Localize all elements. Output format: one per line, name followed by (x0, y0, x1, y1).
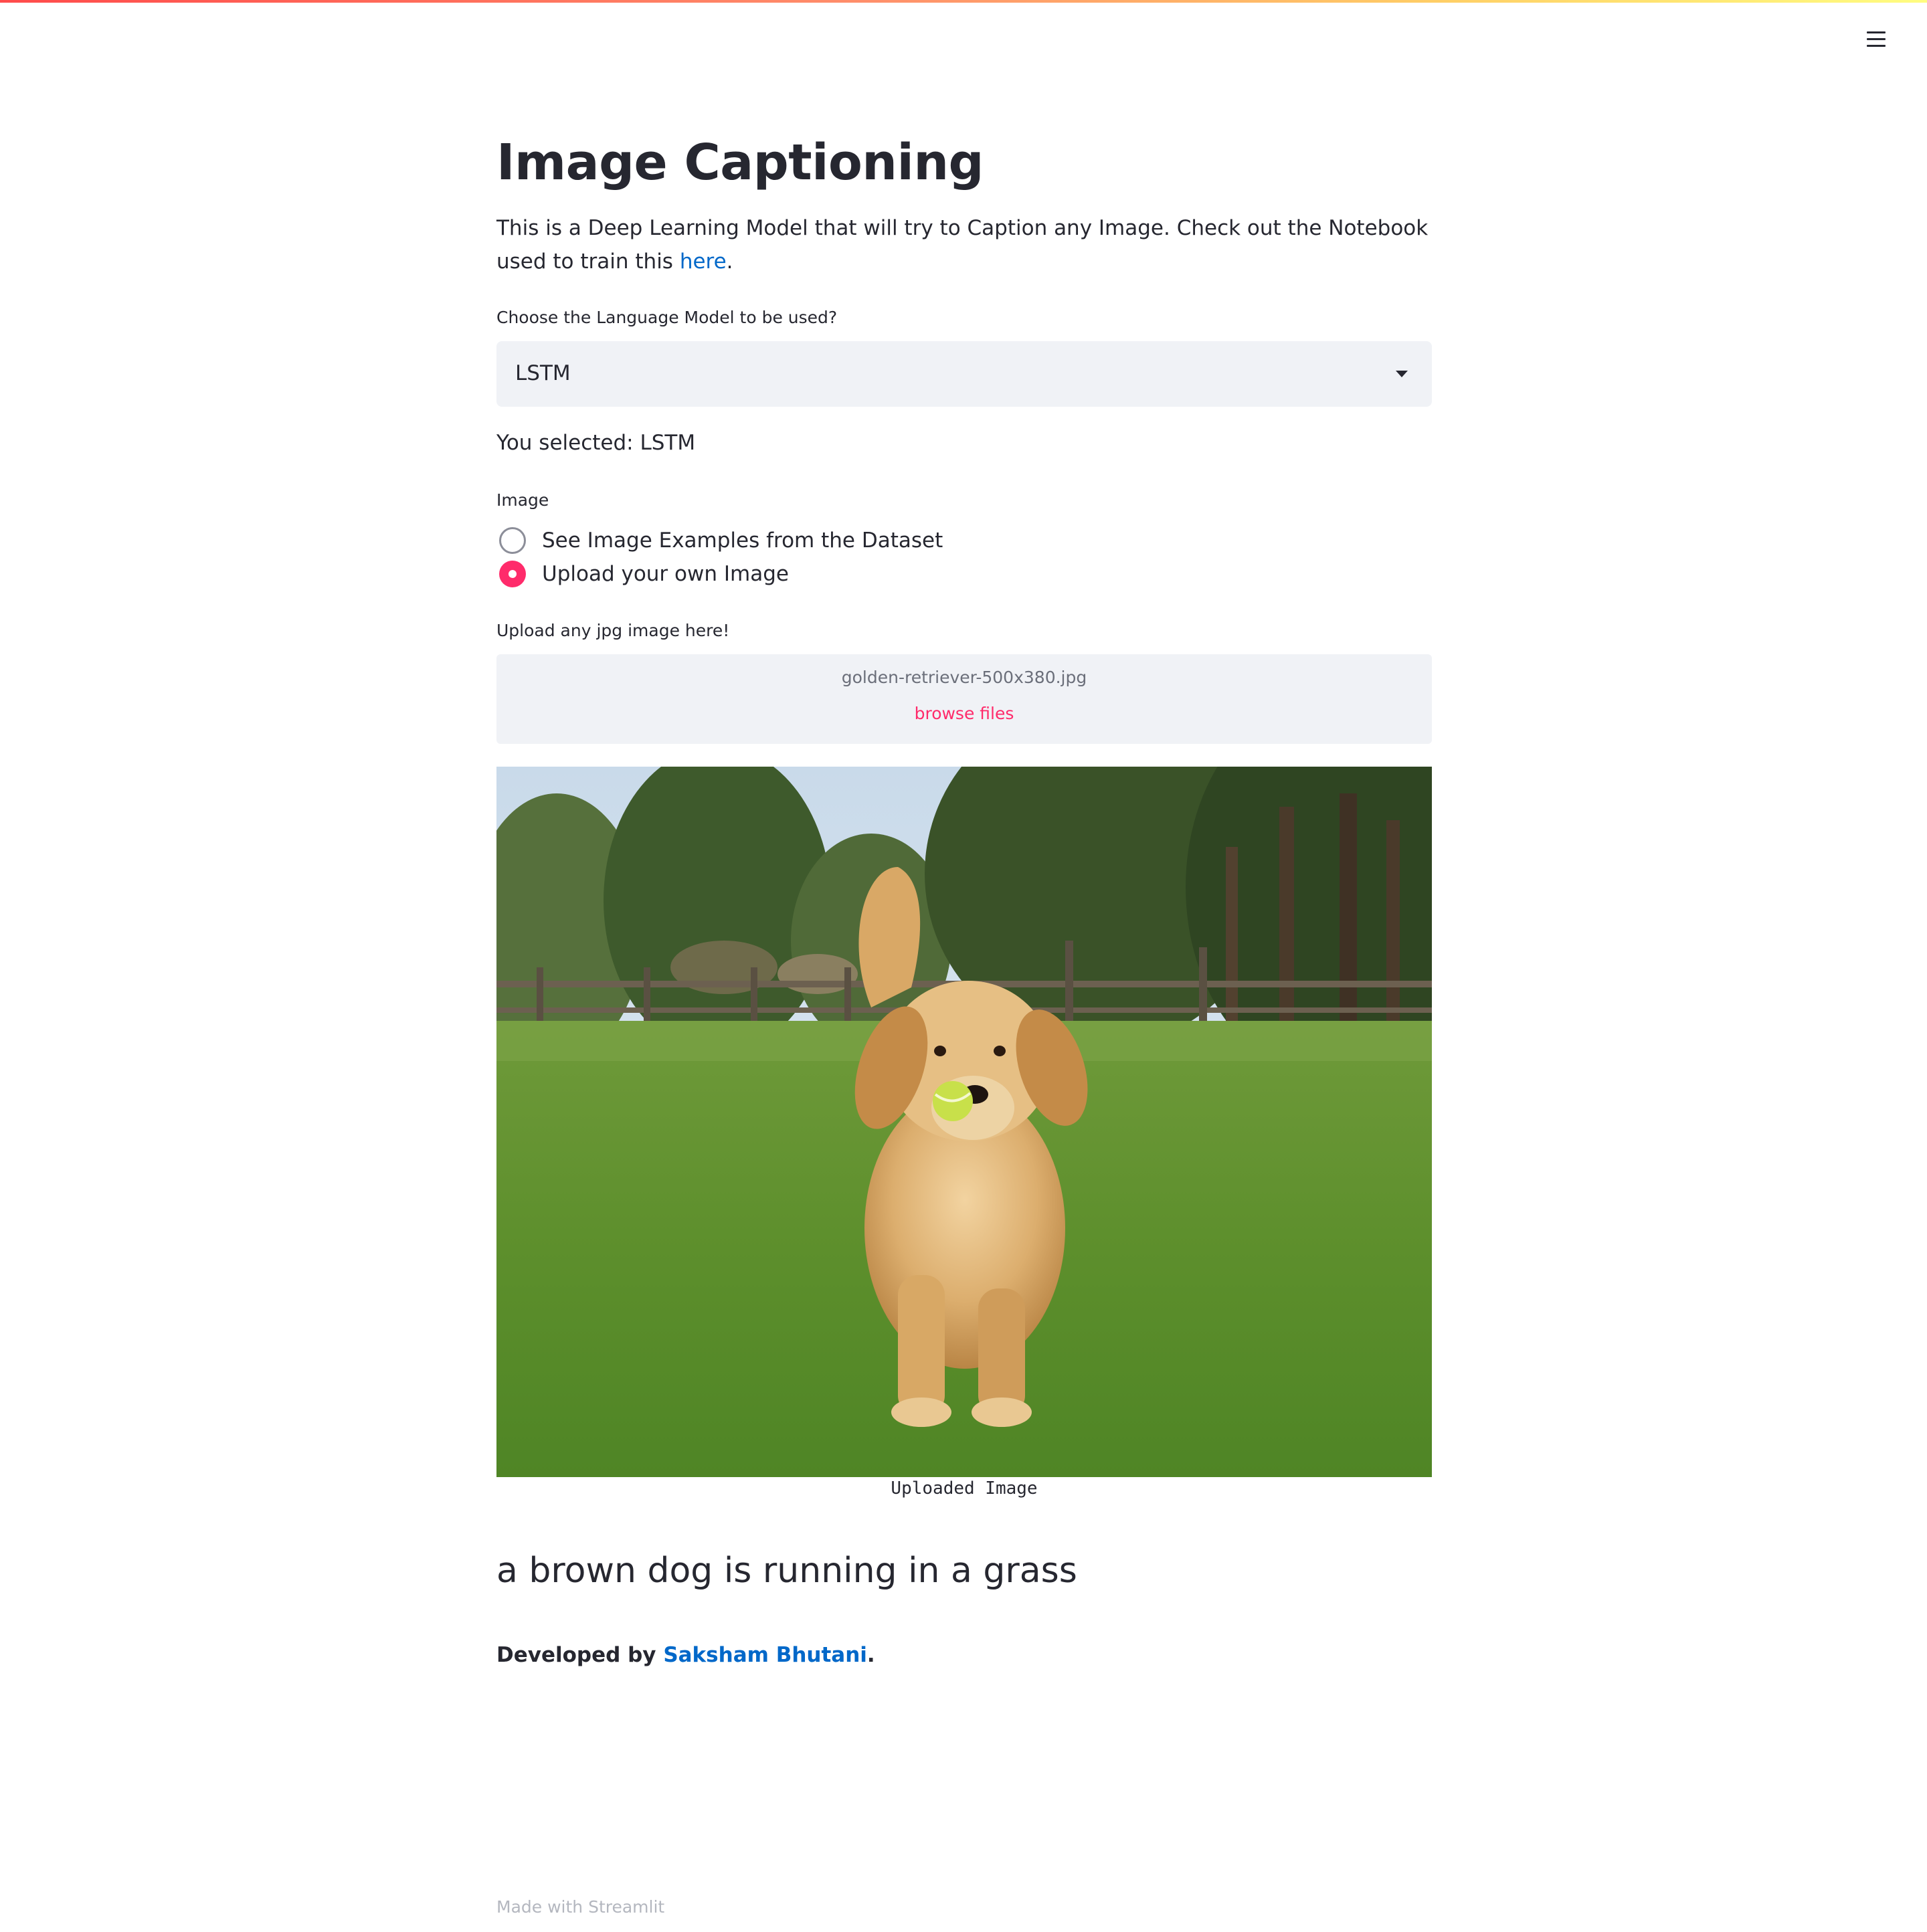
selection-feedback: You selected: LSTM (496, 431, 696, 455)
uploaded-image (496, 767, 1432, 1477)
file-uploader-dropzone[interactable]: golden-retriever-500x380.jpg browse file… (496, 654, 1432, 744)
image-source-label: Image (496, 490, 549, 510)
developer-suffix: . (866, 1643, 875, 1667)
uploader-label: Upload any jpg image here! (496, 621, 730, 640)
model-select-value: LSTM (515, 361, 571, 385)
radio-unchecked-icon (499, 527, 526, 554)
model-select[interactable]: LSTM (496, 341, 1432, 407)
intro-trailing: . (726, 250, 733, 274)
uploaded-file-name: golden-retriever-500x380.jpg (841, 668, 1087, 687)
radio-checked-icon (499, 561, 526, 587)
radio-label: See Image Examples from the Dataset (542, 528, 943, 553)
top-decoration-bar (0, 0, 1927, 3)
image-caption-label: Uploaded Image (891, 1478, 1038, 1499)
radio-option-dataset-examples[interactable]: See Image Examples from the Dataset (499, 527, 943, 554)
model-select-label: Choose the Language Model to be used? (496, 308, 838, 327)
radio-label: Upload your own Image (542, 562, 789, 586)
hamburger-menu-icon[interactable] (1861, 24, 1891, 54)
generated-caption: a brown dog is running in a grass (496, 1551, 1077, 1591)
notebook-link[interactable]: here (680, 250, 727, 274)
radio-option-upload-own[interactable]: Upload your own Image (499, 561, 789, 587)
developer-credit: Developed by Saksham Bhutani. (496, 1643, 875, 1667)
caret-down-icon (1396, 371, 1408, 377)
developer-prefix: Developed by (496, 1643, 664, 1667)
intro-text: This is a Deep Learning Model that will … (496, 216, 1429, 274)
page-title: Image Captioning (496, 134, 984, 191)
browse-files-button[interactable]: browse files (496, 704, 1432, 723)
intro-paragraph: This is a Deep Learning Model that will … (496, 211, 1432, 278)
streamlit-footer[interactable]: Made with Streamlit (496, 1897, 664, 1917)
developer-link[interactable]: Saksham Bhutani (663, 1643, 867, 1667)
